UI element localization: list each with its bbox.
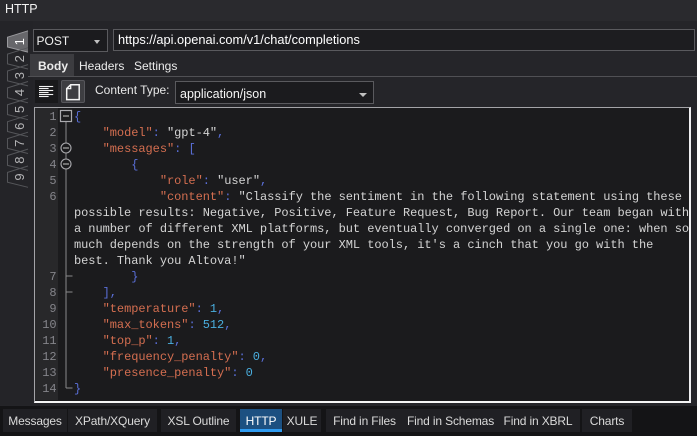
svg-text:4: 4 <box>12 89 27 96</box>
svg-text:1: 1 <box>12 38 27 45</box>
svg-text:6: 6 <box>12 123 27 130</box>
svg-text:7: 7 <box>12 140 27 147</box>
svg-text:3: 3 <box>12 72 27 79</box>
svg-text:8: 8 <box>12 156 27 163</box>
svg-text:5: 5 <box>12 106 27 113</box>
svg-text:2: 2 <box>12 55 27 62</box>
svg-text:9: 9 <box>12 173 27 180</box>
